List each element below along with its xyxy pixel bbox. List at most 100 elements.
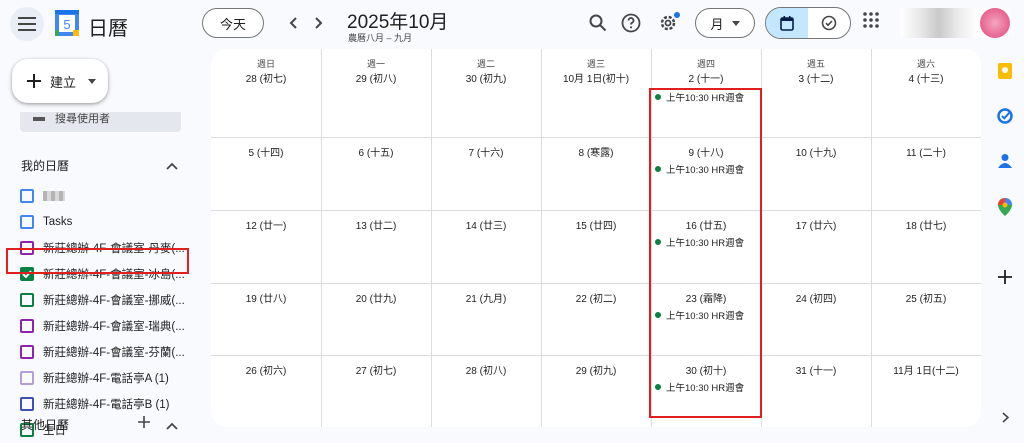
- day-number[interactable]: 5 (十四): [211, 144, 321, 159]
- day-number[interactable]: 22 (初二): [541, 290, 651, 305]
- checkbox-unchecked[interactable]: [20, 215, 34, 229]
- contacts-icon: [998, 154, 1012, 168]
- help-button[interactable]: [619, 11, 643, 35]
- other-calendars-title: 其他日曆: [21, 418, 70, 432]
- checkbox-unchecked[interactable]: [20, 345, 34, 359]
- dropdown-arrow-icon: [88, 78, 97, 84]
- day-number[interactable]: 26 (初六): [211, 362, 321, 377]
- day-number[interactable]: 29 (初九): [541, 362, 651, 377]
- redacted-calendar-name: [43, 191, 65, 201]
- day-number[interactable]: 31 (十一): [761, 362, 871, 377]
- day-number[interactable]: 11 (二十): [871, 144, 981, 159]
- day-number[interactable]: 8 (寒露): [541, 144, 651, 159]
- tasks-view-toggle[interactable]: [808, 8, 850, 38]
- tasks-button[interactable]: [994, 105, 1016, 127]
- calendar-list-label: Tasks: [43, 216, 73, 228]
- checkbox-unchecked[interactable]: [20, 371, 34, 385]
- day-number[interactable]: 29 (初八): [321, 70, 431, 85]
- day-cell[interactable]: [871, 49, 981, 137]
- settings-button[interactable]: [656, 11, 680, 35]
- check-circle-icon: [821, 15, 837, 31]
- create-label: 建立: [50, 74, 77, 90]
- chevron-right-icon: [1001, 411, 1009, 423]
- main-menu-button[interactable]: [10, 7, 44, 41]
- search-people-label: 搜尋使用者: [55, 113, 110, 125]
- day-number[interactable]: 30 (初九): [431, 70, 541, 85]
- maps-button[interactable]: [994, 196, 1016, 218]
- day-cell[interactable]: [321, 49, 431, 137]
- chevron-up-icon: [166, 162, 178, 170]
- chevron-right-icon: [315, 17, 323, 29]
- day-number[interactable]: 17 (廿六): [761, 217, 871, 232]
- checkbox-unchecked[interactable]: [20, 397, 34, 411]
- day-number[interactable]: 21 (九月): [431, 290, 541, 305]
- tasks-icon: [997, 108, 1013, 124]
- day-number[interactable]: 25 (初五): [871, 290, 981, 305]
- calendar-view-toggle[interactable]: [766, 8, 808, 38]
- app-title: 日曆: [88, 18, 128, 40]
- logo-day-number: 5: [63, 17, 70, 32]
- day-number[interactable]: 6 (十五): [321, 144, 431, 159]
- my-calendars-header[interactable]: 我的日曆: [21, 157, 191, 174]
- create-button[interactable]: 建立: [12, 59, 108, 103]
- day-number[interactable]: 11月 1日(十二): [871, 362, 981, 377]
- day-cell[interactable]: [431, 49, 541, 137]
- today-button[interactable]: 今天: [202, 8, 264, 38]
- day-number[interactable]: 2 (十一): [651, 70, 761, 85]
- day-number[interactable]: 19 (廿八): [211, 290, 321, 305]
- day-number[interactable]: 27 (初七): [321, 362, 431, 377]
- calendar-tasks-toggle: [765, 7, 851, 39]
- day-number[interactable]: 14 (廿三): [431, 217, 541, 232]
- help-icon: [621, 13, 641, 33]
- expand-panel-button[interactable]: [994, 406, 1016, 428]
- previous-month-button[interactable]: [283, 12, 303, 34]
- view-select[interactable]: 月: [695, 8, 755, 38]
- get-addons-button[interactable]: [994, 266, 1016, 288]
- checkbox-unchecked[interactable]: [20, 293, 34, 307]
- next-month-button[interactable]: [309, 12, 329, 34]
- calendar-list-label: 新莊總辦-4F-會議室-芬蘭(...: [43, 347, 185, 359]
- highlight-box-sidebar: [6, 248, 189, 274]
- checkbox-unchecked[interactable]: [20, 319, 34, 333]
- keep-button[interactable]: [994, 60, 1016, 82]
- day-number[interactable]: 10月 1日(初十): [541, 70, 651, 85]
- day-number[interactable]: 12 (廿一): [211, 217, 321, 232]
- day-number[interactable]: 15 (廿四): [541, 217, 651, 232]
- search-people-input[interactable]: 搜尋使用者: [20, 112, 181, 132]
- calendar-logo-icon[interactable]: 5: [55, 10, 79, 36]
- apps-grid-icon: [863, 12, 879, 28]
- calendar-list-item[interactable]: [20, 183, 190, 209]
- calendar-list-item[interactable]: 新莊總辦-4F-會議室-挪威(...: [20, 287, 190, 313]
- day-number[interactable]: 13 (廿二): [321, 217, 431, 232]
- calendar-list-label: 新莊總辦-4F-會議室-挪威(...: [43, 295, 185, 307]
- day-number[interactable]: 10 (十九): [761, 144, 871, 159]
- plus-icon: [27, 74, 41, 88]
- calendar-list-item[interactable]: 新莊總辦-4F-電話亭B (1): [20, 391, 190, 417]
- day-number[interactable]: 24 (初四): [761, 290, 871, 305]
- calendar-list-item[interactable]: 新莊總辦-4F-會議室-芬蘭(...: [20, 339, 190, 365]
- day-cell[interactable]: [761, 49, 871, 137]
- maps-pin-icon: [998, 198, 1012, 216]
- month-title: 2025年10月: [347, 12, 449, 33]
- day-number[interactable]: 3 (十二): [761, 70, 871, 85]
- calendar-list-item[interactable]: 新莊總辦-4F-電話亭A (1): [20, 365, 190, 391]
- day-number[interactable]: 18 (廿七): [871, 217, 981, 232]
- contacts-button[interactable]: [994, 150, 1016, 172]
- day-number[interactable]: 20 (廿九): [321, 290, 431, 305]
- add-other-calendar-button[interactable]: [138, 413, 150, 433]
- day-number[interactable]: 28 (初八): [431, 362, 541, 377]
- my-calendars-list: Tasks 新莊總辦-4F-會議室-丹麥(... 新莊總辦-4F-會議室-冰島(..…: [20, 183, 190, 443]
- day-number[interactable]: 4 (十三): [871, 70, 981, 85]
- calendar-list-item[interactable]: Tasks: [20, 209, 190, 235]
- day-number[interactable]: 28 (初七): [211, 70, 321, 85]
- day-cell[interactable]: [211, 49, 321, 137]
- google-apps-button[interactable]: [862, 11, 880, 34]
- calendar-list-item[interactable]: 新莊總辦-4F-會議室-瑞典(...: [20, 313, 190, 339]
- checkbox-unchecked[interactable]: [20, 189, 34, 203]
- search-button[interactable]: [586, 11, 610, 35]
- day-number[interactable]: 7 (十六): [431, 144, 541, 159]
- other-calendars-toggle[interactable]: [166, 417, 178, 435]
- search-icon: [589, 14, 607, 32]
- day-cell[interactable]: [541, 49, 651, 137]
- calendar-list-label: 新莊總辦-4F-電話亭A (1): [43, 373, 169, 385]
